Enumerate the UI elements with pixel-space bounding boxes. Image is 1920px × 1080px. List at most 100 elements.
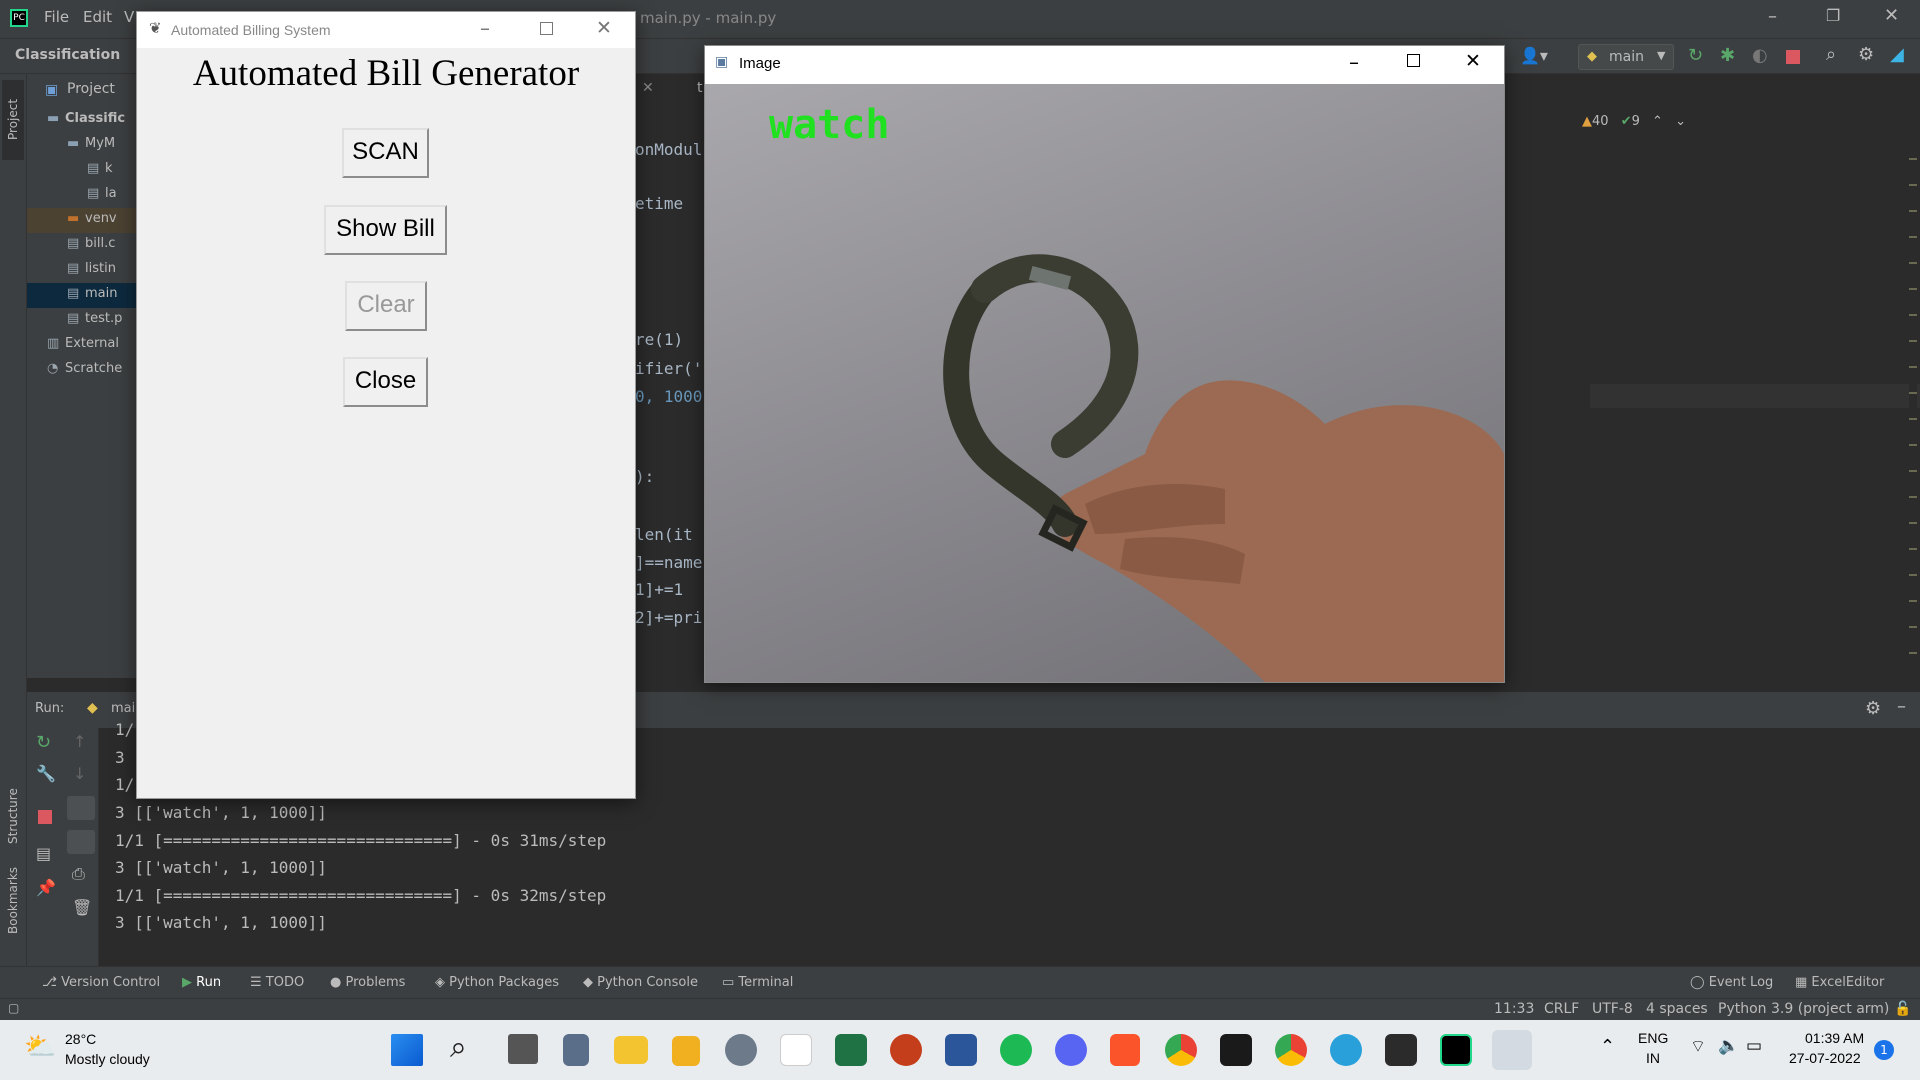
- panel-toggle-icon[interactable]: ▢: [8, 1001, 19, 1015]
- gear-icon[interactable]: ⚙: [1858, 44, 1874, 65]
- project-tool-button[interactable]: Project: [2, 80, 24, 160]
- app-icon[interactable]: [1220, 1034, 1252, 1066]
- debug-icon[interactable]: ✱: [1720, 45, 1735, 66]
- tree-item[interactable]: ▥ External: [27, 333, 137, 358]
- terminal-icon[interactable]: [1385, 1034, 1417, 1066]
- chevron-up-icon[interactable]: ⌃: [1652, 114, 1663, 129]
- close-button[interactable]: Close: [343, 357, 428, 407]
- tree-item[interactable]: ▬ MyM: [27, 133, 137, 158]
- tool-python-packages[interactable]: ◈ Python Packages: [435, 975, 559, 990]
- calculator-icon[interactable]: [563, 1034, 589, 1066]
- menu-file[interactable]: File: [44, 8, 69, 26]
- pycharm-icon[interactable]: [1440, 1034, 1472, 1066]
- tool-version-control[interactable]: ⎇ Version Control: [42, 975, 160, 990]
- tree-item[interactable]: ▤ la: [27, 183, 137, 208]
- editor-tab-close-icon[interactable]: ✕: [642, 80, 654, 96]
- tool-excel-editor[interactable]: ▦ ExcelEditor: [1795, 975, 1884, 990]
- brave-icon[interactable]: [1110, 1034, 1140, 1066]
- maximize-icon[interactable]: [540, 22, 553, 35]
- spotify-icon[interactable]: [1000, 1034, 1032, 1066]
- file-encoding[interactable]: UTF-8: [1592, 1001, 1633, 1017]
- settings-icon[interactable]: [725, 1034, 757, 1066]
- tree-item[interactable]: ▤ k: [27, 158, 137, 183]
- soft-wrap-icon[interactable]: [67, 796, 95, 820]
- stop-icon[interactable]: [1786, 50, 1800, 64]
- tool-event-log[interactable]: ◯ Event Log: [1690, 975, 1773, 990]
- menu-edit[interactable]: Edit: [83, 8, 112, 26]
- tree-item[interactable]: ▬ venv: [27, 208, 137, 233]
- word-icon[interactable]: [945, 1034, 977, 1066]
- inspection-widget[interactable]: ▲40 ✔9 ⌃ ⌄: [1582, 114, 1686, 129]
- tree-item[interactable]: ▬ Classific: [27, 108, 137, 133]
- line-separator[interactable]: CRLF: [1544, 1001, 1579, 1017]
- trash-icon[interactable]: 🗑: [72, 898, 92, 917]
- language-code[interactable]: ENG: [1638, 1030, 1668, 1046]
- layout-icon[interactable]: ▤: [36, 844, 51, 863]
- rerun-icon[interactable]: ↻: [1688, 45, 1703, 66]
- tree-item[interactable]: ◔ Scratche: [27, 358, 137, 383]
- editor-tab[interactable]: t: [697, 80, 703, 96]
- telegram-icon[interactable]: [1330, 1034, 1362, 1066]
- wrench-icon[interactable]: 🔧: [36, 764, 56, 783]
- excel-icon[interactable]: [835, 1034, 867, 1066]
- lock-icon[interactable]: 🔓: [1894, 1001, 1911, 1017]
- tree-item[interactable]: ▤ test.p: [27, 308, 137, 333]
- run-config-select[interactable]: ◆ main ▼: [1578, 44, 1674, 70]
- tool-python-console[interactable]: ◆ Python Console: [583, 975, 698, 990]
- weather-icon[interactable]: ⛅: [24, 1032, 56, 1062]
- store-icon[interactable]: [780, 1034, 812, 1066]
- clear-button[interactable]: Clear: [345, 281, 427, 331]
- indent-setting[interactable]: 4 spaces: [1646, 1001, 1708, 1017]
- chrome-icon[interactable]: [1275, 1034, 1307, 1066]
- caret-position[interactable]: 11:33: [1494, 1001, 1534, 1017]
- stop-icon[interactable]: [38, 810, 52, 824]
- project-tab-label[interactable]: Project: [67, 81, 115, 97]
- discord-icon[interactable]: [1055, 1034, 1087, 1066]
- minimize-icon[interactable]: –: [1768, 6, 1777, 27]
- volume-icon[interactable]: 🔈: [1718, 1036, 1739, 1056]
- close-icon[interactable]: ✕: [1884, 5, 1899, 26]
- tree-item[interactable]: ▤ bill.c: [27, 233, 137, 258]
- close-icon[interactable]: ✕: [1465, 50, 1481, 72]
- chevron-down-icon[interactable]: ⌄: [1675, 114, 1686, 129]
- tree-item[interactable]: ▤ listin: [27, 258, 137, 283]
- scan-button[interactable]: SCAN: [342, 128, 429, 178]
- file-explorer-icon[interactable]: [614, 1036, 648, 1064]
- folder-icon[interactable]: [672, 1036, 700, 1066]
- restore-icon[interactable]: ❐: [1826, 6, 1840, 25]
- powerpoint-icon[interactable]: [890, 1034, 922, 1066]
- search-icon[interactable]: ⌕: [450, 1030, 467, 1065]
- chrome-profile-icon[interactable]: [1165, 1034, 1197, 1066]
- user-icon[interactable]: 👤▾: [1520, 46, 1548, 65]
- print-icon[interactable]: ⎙: [72, 864, 85, 884]
- task-view-icon[interactable]: [508, 1034, 538, 1064]
- clock-time[interactable]: 01:39 AM: [1805, 1030, 1864, 1046]
- error-stripe[interactable]: [1909, 134, 1917, 654]
- menu-view[interactable]: V: [124, 8, 134, 26]
- tool-terminal[interactable]: ▭ Terminal: [722, 975, 793, 990]
- pin-icon[interactable]: 📌: [36, 878, 56, 897]
- clock-date[interactable]: 27-07-2022: [1789, 1050, 1861, 1066]
- start-icon[interactable]: [391, 1034, 423, 1066]
- minimize-icon[interactable]: –: [1349, 50, 1359, 74]
- python-taskbar-icon[interactable]: [1492, 1030, 1532, 1070]
- tool-run[interactable]: ▶ Run: [182, 975, 221, 990]
- tree-item[interactable]: ▤ main: [27, 283, 137, 308]
- minimize-icon[interactable]: –: [480, 16, 490, 40]
- run-tab[interactable]: mai: [111, 701, 135, 716]
- chevron-up-icon[interactable]: ⌃: [1600, 1036, 1615, 1057]
- wifi-icon[interactable]: ⌔: [1690, 1036, 1706, 1057]
- maximize-icon[interactable]: [1407, 54, 1420, 67]
- hide-panel-icon[interactable]: –: [1897, 696, 1906, 717]
- arrow-up-icon[interactable]: ↑: [73, 732, 86, 751]
- coverage-icon[interactable]: ◐: [1752, 45, 1768, 66]
- python-interpreter[interactable]: Python 3.9 (project arm): [1718, 1001, 1889, 1017]
- breadcrumb[interactable]: Classification: [15, 47, 120, 63]
- scroll-to-end-icon[interactable]: [67, 830, 95, 854]
- notification-badge[interactable]: 1: [1874, 1040, 1894, 1060]
- language-region[interactable]: IN: [1646, 1050, 1660, 1066]
- arrow-down-icon[interactable]: ↓: [73, 764, 86, 783]
- tool-todo[interactable]: ☰ TODO: [250, 975, 304, 990]
- close-icon[interactable]: ✕: [596, 17, 612, 39]
- structure-tool-button[interactable]: Structure: [6, 788, 20, 844]
